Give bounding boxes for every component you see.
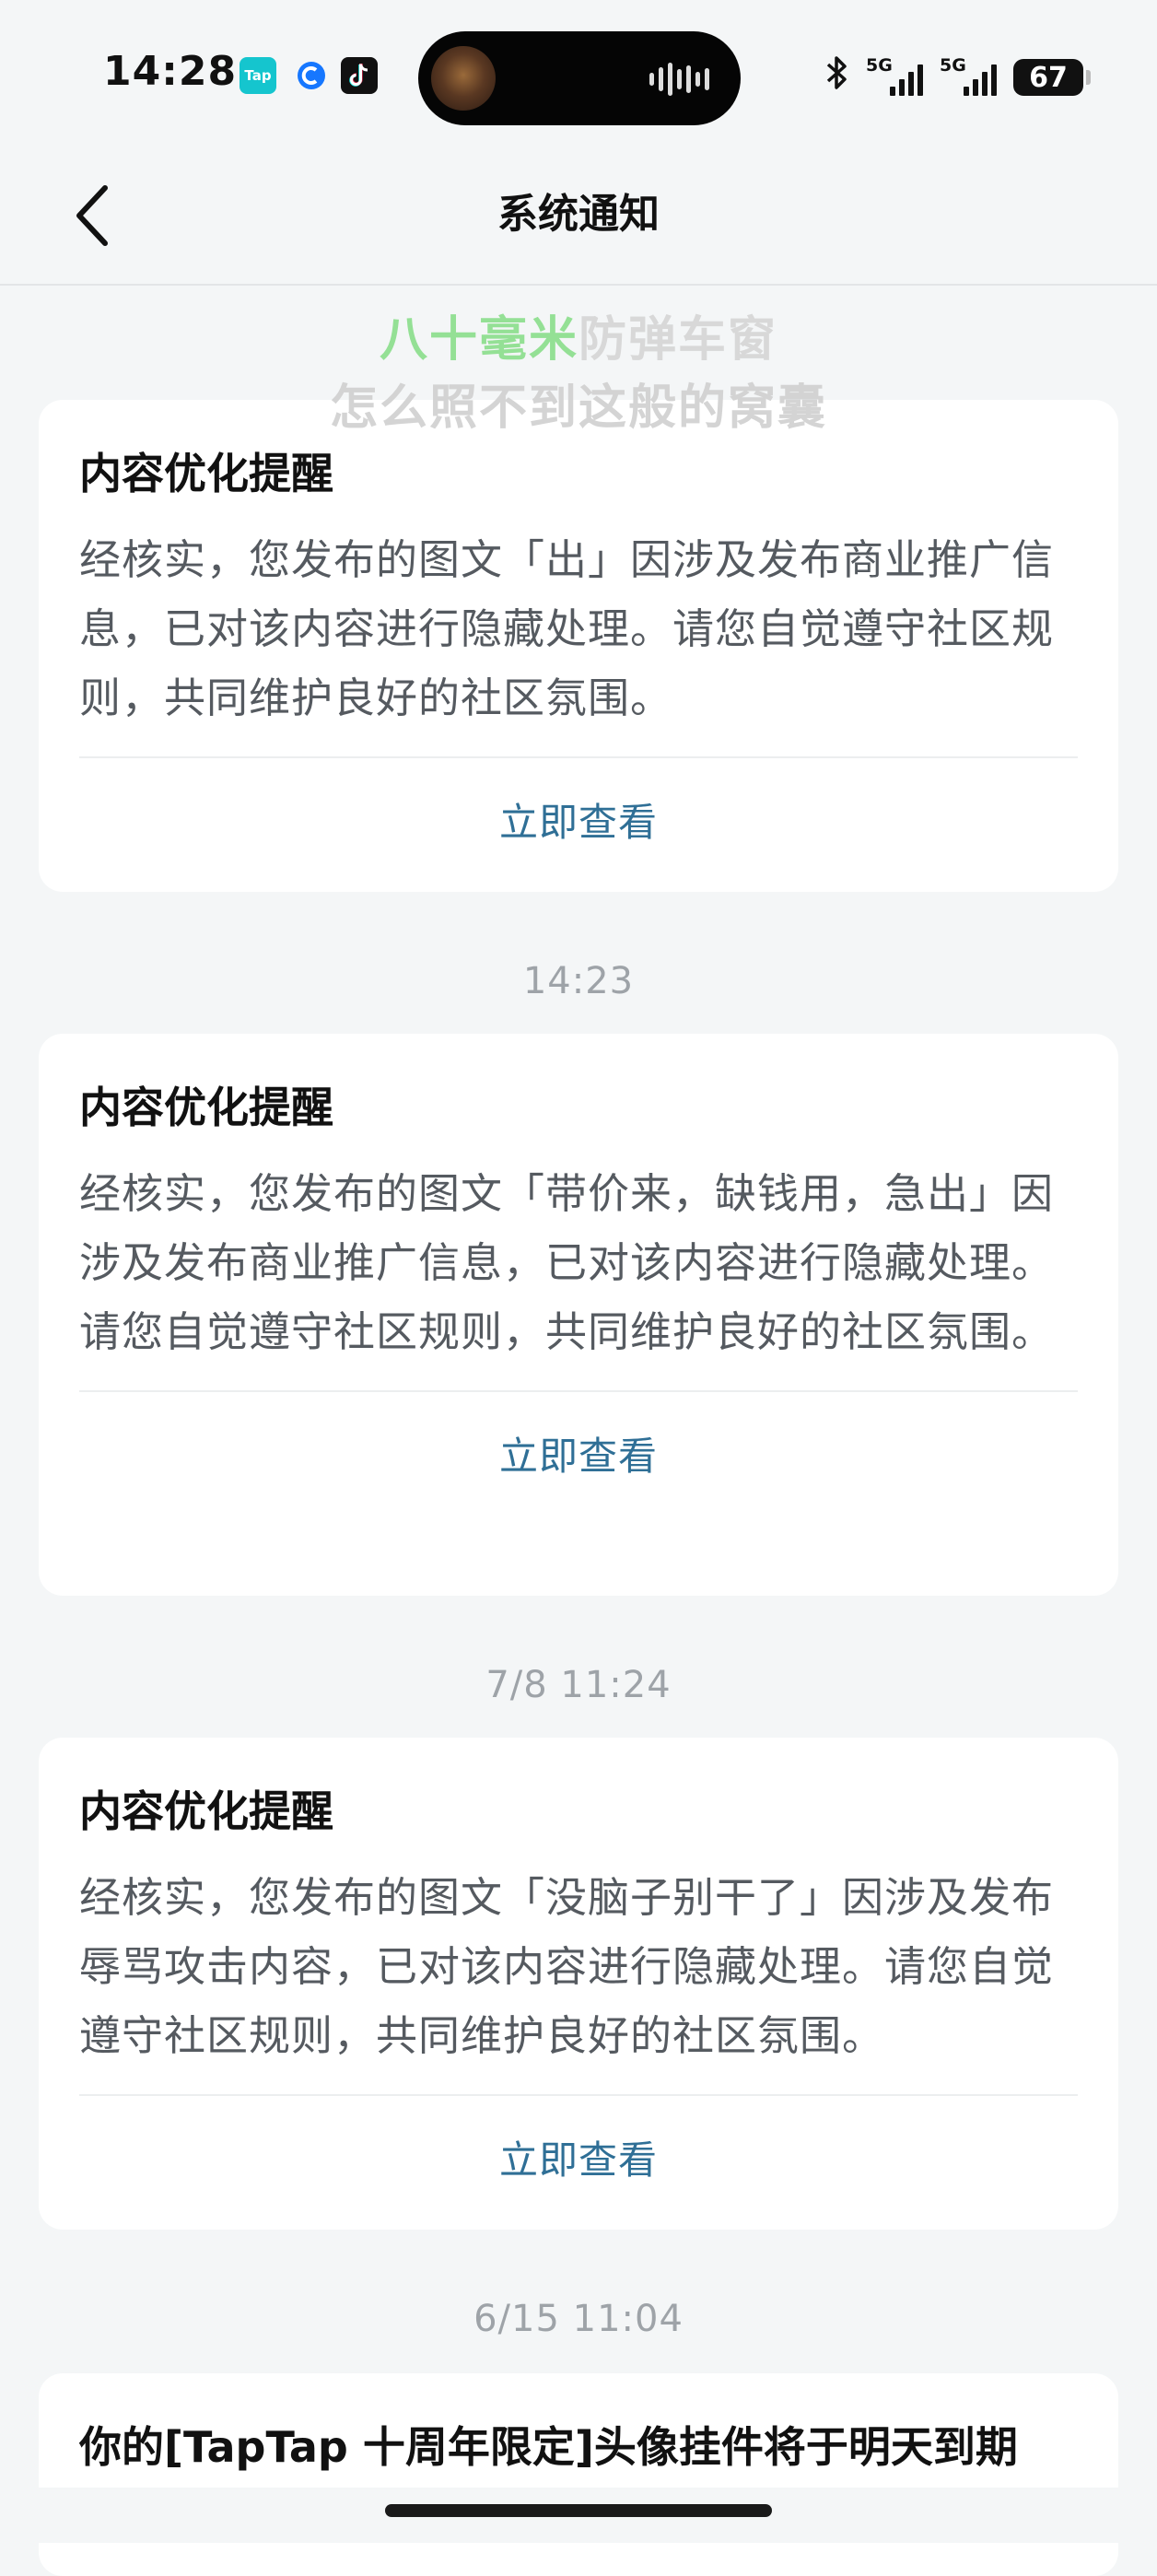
battery-icon: 67 <box>1013 59 1091 96</box>
notification-card: 你的[TapTap 十周年限定]头像挂件将于明天到期 <box>39 2373 1118 2576</box>
taptap-icon: Tap <box>240 57 276 94</box>
status-time: 14:28 <box>103 48 238 95</box>
view-now-link[interactable]: 立即查看 <box>79 1429 1078 1484</box>
divider <box>79 756 1078 758</box>
notification-title: 内容优化提醒 <box>79 1083 333 1132</box>
network-type-label: 5G <box>866 55 893 76</box>
notification-body: 经核实，您发布的图文「没脑子别干了」因涉及发布辱骂攻击内容，已对该内容进行隐藏处… <box>79 1873 1055 2060</box>
notification-title: 内容优化提醒 <box>79 1786 333 1836</box>
notification-title: 你的[TapTap 十周年限定]头像挂件将于明天到期 <box>79 2422 1018 2472</box>
notification-body: 经核实，您发布的图文「出」因涉及发布商业推广信息，已对该内容进行隐藏处理。请您自… <box>79 535 1055 722</box>
battery-level: 67 <box>1029 61 1068 94</box>
page-title: 系统通知 <box>497 191 660 238</box>
status-bar: 14:28 Tap 5G 5G 67 <box>0 0 1157 147</box>
dynamic-island[interactable] <box>418 31 741 125</box>
cellular-signal-2: 5G <box>940 55 997 100</box>
divider <box>79 1390 1078 1392</box>
notification-body: 经核实，您发布的图文「带价来，缺钱用，急出」因涉及发布商业推广信息，已对该内容进… <box>79 1169 1055 1356</box>
tiktok-icon <box>341 57 378 94</box>
view-now-link[interactable]: 立即查看 <box>79 795 1078 850</box>
notification-title: 内容优化提醒 <box>79 449 333 498</box>
home-indicator[interactable] <box>385 2504 772 2517</box>
network-type-label: 5G <box>940 55 966 76</box>
lyric-line-1: 八十毫米防弹车窗 <box>0 300 1157 369</box>
divider <box>79 2094 1078 2096</box>
status-indicators: 5G 5G 67 <box>825 52 1091 103</box>
bluetooth-icon <box>825 54 849 100</box>
timestamp: 14:23 <box>522 960 635 1002</box>
cellular-signal-1: 5G <box>866 55 923 100</box>
circle-app-icon <box>293 57 330 94</box>
lyric-rest: 防弹车窗 <box>578 312 778 368</box>
timestamp: 7/8 11:24 <box>485 1664 672 1706</box>
timestamp: 6/15 11:04 <box>473 2298 684 2340</box>
album-art <box>431 46 496 111</box>
view-now-link[interactable]: 立即查看 <box>79 2133 1078 2188</box>
notification-card: 内容优化提醒 经核实，您发布的图文「带价来，缺钱用，急出」因涉及发布商业推广信息… <box>39 1034 1118 1596</box>
navigation-bar: 系统通知 <box>0 147 1157 286</box>
notification-card: 内容优化提醒 经核实，您发布的图文「出」因涉及发布商业推广信息，已对该内容进行隐… <box>39 400 1118 892</box>
lyric-highlight: 八十毫米 <box>379 312 578 368</box>
notification-card: 内容优化提醒 经核实，您发布的图文「没脑子别干了」因涉及发布辱骂攻击内容，已对该… <box>39 1738 1118 2230</box>
waveform-icon <box>649 63 709 96</box>
